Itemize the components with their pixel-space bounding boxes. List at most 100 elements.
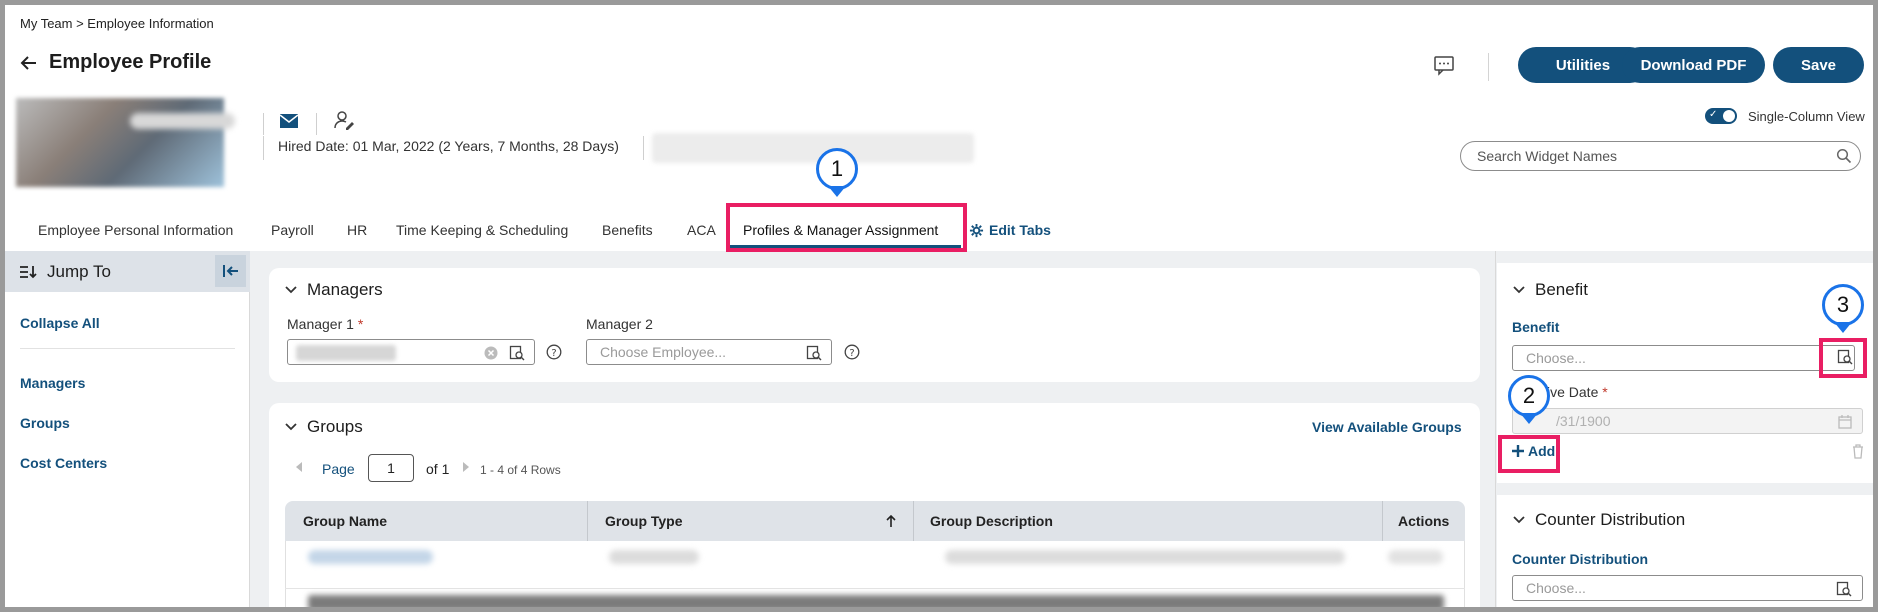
callout-marker-2: 2 <box>1508 375 1550 417</box>
sidebar-link-cost-centers[interactable]: Cost Centers <box>20 455 107 471</box>
counter-distribution-title: Counter Distribution <box>1535 510 1686 529</box>
divider <box>316 113 317 135</box>
manager-1-label-text: Manager 1 <box>287 316 354 332</box>
lookup-icon[interactable] <box>1836 581 1852 597</box>
header-divider <box>1488 53 1489 81</box>
trash-icon[interactable] <box>1851 443 1865 459</box>
employee-photo <box>16 98 224 187</box>
required-marker: * <box>1598 384 1608 400</box>
hired-date-value: 01 Mar, 2022 (2 Years, 7 Months, 28 Days… <box>352 138 619 154</box>
sidebar-link-groups[interactable]: Groups <box>20 415 70 431</box>
table-row <box>609 550 699 564</box>
column-group-name[interactable]: Group Name <box>303 501 387 541</box>
callout-marker-1: 1 <box>816 148 858 190</box>
benefit-placeholder: Choose... <box>1526 350 1586 366</box>
email-icon[interactable] <box>279 113 299 129</box>
chevron-down-icon <box>285 286 297 294</box>
manager-1-label: Manager 1 * <box>287 316 363 332</box>
page-title-row: Employee Profile <box>19 51 211 74</box>
page-total: of 1 <box>426 461 450 477</box>
sidebar-divider <box>20 348 235 349</box>
search-icon[interactable] <box>1836 148 1852 164</box>
table-row[interactable] <box>308 595 1444 607</box>
counter-distribution-field[interactable]: Choose... <box>1512 575 1863 601</box>
callout-highlight-add <box>1498 435 1560 473</box>
tab-hr[interactable]: HR <box>347 210 367 250</box>
sidebar-link-managers[interactable]: Managers <box>20 375 85 391</box>
row-count: 1 - 4 of 4 Rows <box>480 463 561 477</box>
tab-time-keeping-scheduling[interactable]: Time Keeping & Scheduling <box>396 210 568 250</box>
user-edit-icon[interactable] <box>333 109 355 131</box>
counter-distribution-section-header[interactable]: Counter Distribution <box>1513 510 1685 530</box>
page-number-input[interactable]: 1 <box>368 454 414 482</box>
effective-date-label-text: ive Date <box>1547 384 1599 400</box>
manager-2-field[interactable]: Choose Employee... <box>586 339 832 365</box>
single-column-label: Single-Column View <box>1748 109 1865 124</box>
save-button[interactable]: Save <box>1773 47 1864 83</box>
callout-highlight-tab <box>726 203 967 252</box>
view-available-groups-link[interactable]: View Available Groups <box>1312 419 1462 435</box>
column-group-description[interactable]: Group Description <box>930 501 1053 541</box>
tab-payroll[interactable]: Payroll <box>271 210 314 250</box>
sort-ascending-icon[interactable] <box>886 515 896 527</box>
collapse-all-link[interactable]: Collapse All <box>20 315 100 331</box>
column-divider <box>1382 501 1383 541</box>
divider <box>263 113 264 135</box>
manager-2-label: Manager 2 <box>586 316 653 332</box>
groups-section-header[interactable]: Groups <box>285 417 363 437</box>
widget-search-placeholder: Search Widget Names <box>1477 148 1618 164</box>
comment-icon[interactable] <box>1433 54 1455 76</box>
manager-2-placeholder: Choose Employee... <box>600 344 727 360</box>
prev-page-icon[interactable] <box>295 462 303 472</box>
required-marker: * <box>353 316 364 332</box>
hired-date-label: Hired Date: <box>278 138 349 154</box>
next-page-icon[interactable] <box>462 462 470 472</box>
lookup-icon[interactable] <box>806 345 822 361</box>
benefit-field[interactable]: Choose... <box>1512 345 1855 371</box>
effective-date-field[interactable]: /31/1900 <box>1512 408 1863 434</box>
download-pdf-button[interactable]: Download PDF <box>1622 47 1765 83</box>
column-group-type[interactable]: Group Type <box>605 501 683 541</box>
collapse-sidebar-button[interactable] <box>215 255 246 287</box>
edit-tabs-link[interactable]: Edit Tabs <box>969 210 1051 250</box>
jump-to-header: Jump To <box>5 251 250 292</box>
manager-1-field[interactable] <box>287 339 535 365</box>
tab-aca[interactable]: ACA <box>687 210 716 250</box>
table-row[interactable] <box>308 550 433 564</box>
clear-icon[interactable] <box>484 346 498 360</box>
help-icon[interactable]: ? <box>844 344 860 360</box>
tab-employee-personal-information[interactable]: Employee Personal Information <box>38 210 233 250</box>
tab-benefits[interactable]: Benefits <box>602 210 653 250</box>
chevron-down-icon <box>285 423 297 431</box>
column-actions: Actions <box>1398 513 1450 529</box>
svg-text:?: ? <box>551 348 556 359</box>
page-label: Page <box>322 461 355 477</box>
managers-section-header[interactable]: Managers <box>285 280 383 300</box>
hired-date: Hired Date: 01 Mar, 2022 (2 Years, 7 Mon… <box>278 138 619 154</box>
divider <box>643 136 644 160</box>
breadcrumb[interactable]: My Team > Employee Information <box>20 16 214 31</box>
gear-icon <box>969 223 984 237</box>
help-icon[interactable]: ? <box>546 344 562 360</box>
row-divider <box>285 588 1465 589</box>
effective-date-label: ive Date * <box>1547 384 1608 400</box>
groups-table-header: Group Name Group Type Group Description … <box>285 501 1465 541</box>
widget-search-input[interactable]: Search Widget Names <box>1460 141 1861 171</box>
employee-info-redacted <box>652 133 974 163</box>
svg-text:?: ? <box>849 348 854 359</box>
jump-to-title: Jump To <box>47 261 111 281</box>
single-column-toggle[interactable]: ✓ <box>1705 108 1737 124</box>
managers-title: Managers <box>307 280 383 299</box>
benefit-section-header[interactable]: Benefit <box>1513 280 1588 300</box>
table-row <box>1388 550 1443 564</box>
check-icon: ✓ <box>1709 109 1718 120</box>
lookup-icon[interactable] <box>509 345 525 361</box>
app-frame: My Team > Employee Information Employee … <box>5 5 1873 607</box>
callout-marker-3: 3 <box>1822 284 1864 326</box>
column-divider <box>587 501 588 541</box>
counter-distribution-field-label: Counter Distribution <box>1512 551 1649 567</box>
calendar-icon[interactable] <box>1838 415 1852 429</box>
chevron-down-icon <box>1513 516 1525 524</box>
collapse-left-icon <box>222 265 238 277</box>
back-arrow-icon[interactable] <box>19 53 39 73</box>
